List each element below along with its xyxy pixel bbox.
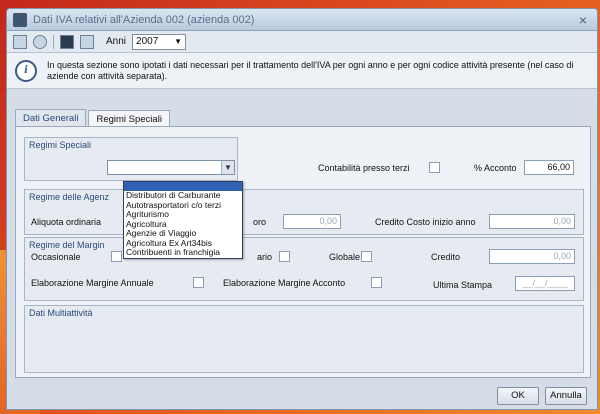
group-multiattivita: Dati Multiattività bbox=[24, 305, 584, 373]
credito-costo-field[interactable]: 0,00 bbox=[489, 214, 575, 229]
ok-button[interactable]: OK bbox=[497, 387, 539, 405]
dropdown-option[interactable]: Contribuenti in franchigia bbox=[124, 247, 242, 258]
ultima-stampa-label: Ultima Stampa bbox=[433, 280, 493, 290]
group-title: Regime delle Agenz bbox=[29, 192, 110, 202]
toolbar-separator bbox=[53, 34, 54, 49]
ultima-stampa-field[interactable]: __/__/____ bbox=[515, 276, 575, 291]
occasionale-checkbox[interactable] bbox=[111, 251, 122, 262]
field-mid-label: oro bbox=[253, 217, 267, 227]
group-regimi-speciali: Regimi Speciali ▼ bbox=[24, 137, 238, 181]
window-title: Dati IVA relativi all'Azienda 002 (azien… bbox=[33, 13, 255, 26]
dialog-window: Dati IVA relativi all'Azienda 002 (azien… bbox=[6, 8, 598, 410]
group-title: Regime del Margin bbox=[29, 240, 105, 250]
acconto-label: % Acconto bbox=[474, 163, 517, 173]
chevron-down-icon[interactable]: ▼ bbox=[221, 161, 234, 174]
exit-icon[interactable] bbox=[80, 34, 94, 49]
group-agenzie: Regime delle Agenz Aliquota ordinaria or… bbox=[24, 189, 584, 235]
credito-costo-label: Credito Costo inizio anno bbox=[375, 217, 476, 227]
save-icon[interactable] bbox=[13, 34, 27, 49]
elab-annuale-checkbox[interactable] bbox=[193, 277, 204, 288]
group-title: Dati Multiattività bbox=[29, 308, 93, 318]
contabilita-label: Contabilità presso terzi bbox=[318, 163, 410, 173]
tab-dati-generali[interactable]: Dati Generali bbox=[15, 109, 87, 127]
contabilita-checkbox[interactable] bbox=[429, 162, 440, 173]
year-label: Anni bbox=[106, 36, 127, 47]
ario-label: ario bbox=[257, 252, 273, 262]
regime-dropdown-list: Distributori di Carburante Autotrasporta… bbox=[123, 181, 243, 259]
close-icon[interactable]: × bbox=[575, 12, 591, 28]
elab-acconto-checkbox[interactable] bbox=[371, 277, 382, 288]
print-icon[interactable] bbox=[60, 34, 74, 49]
title-bar: Dati IVA relativi all'Azienda 002 (azien… bbox=[7, 9, 597, 31]
ario-checkbox[interactable] bbox=[279, 251, 290, 262]
field-mid-input[interactable]: 0,00 bbox=[283, 214, 341, 229]
elab-annuale-label: Elaborazione Margine Annuale bbox=[31, 278, 154, 288]
app-icon bbox=[13, 12, 27, 27]
toolbar: Anni 2007 ▼ bbox=[7, 31, 597, 53]
info-icon: i bbox=[15, 59, 37, 82]
globale-checkbox[interactable] bbox=[361, 251, 372, 262]
undo-icon[interactable] bbox=[33, 34, 47, 49]
year-select[interactable]: 2007 ▼ bbox=[132, 33, 187, 50]
tab-panel: Regimi Speciali ▼ Contabilità presso ter… bbox=[15, 126, 591, 378]
group-title: Regimi Speciali bbox=[29, 140, 92, 150]
info-text: In questa sezione sono ipotati i dati ne… bbox=[47, 59, 574, 81]
group-margine: Regime del Margin Occasionale ario Globa… bbox=[24, 237, 584, 301]
occasionale-label: Occasionale bbox=[31, 252, 81, 262]
elab-acconto-label: Elaborazione Margine Acconto bbox=[223, 278, 346, 288]
credito-label: Credito bbox=[431, 252, 461, 262]
credito-field[interactable]: 0,00 bbox=[489, 249, 575, 264]
year-value: 2007 bbox=[136, 36, 159, 47]
globale-label: Globale bbox=[329, 252, 361, 262]
aliquota-label: Aliquota ordinaria bbox=[31, 217, 102, 227]
acconto-field[interactable]: 66,00 bbox=[524, 160, 574, 175]
tab-bar: Dati Generali Regimi Speciali bbox=[15, 109, 170, 128]
regime-select[interactable]: ▼ bbox=[107, 160, 235, 175]
info-bar: i In questa sezione sono ipotati i dati … bbox=[7, 53, 597, 89]
chevron-down-icon: ▼ bbox=[174, 37, 183, 46]
annulla-button[interactable]: Annulla bbox=[545, 387, 587, 405]
